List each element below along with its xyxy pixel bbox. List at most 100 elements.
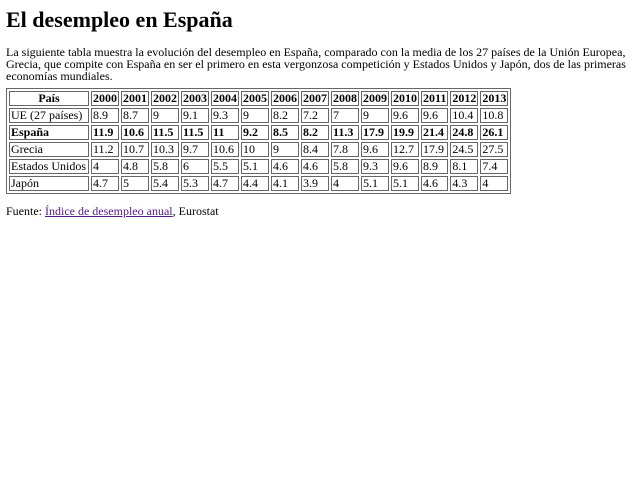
column-header-year: 2006 (271, 91, 299, 106)
value-cell: 5.8 (151, 159, 179, 174)
value-cell: 5.3 (181, 176, 209, 191)
value-cell: 5.8 (331, 159, 359, 174)
value-cell: 10.6 (211, 142, 239, 157)
value-cell: 8.1 (450, 159, 479, 174)
value-cell: 9 (271, 142, 299, 157)
value-cell: 8.7 (121, 108, 149, 123)
source-link[interactable]: Índice de desempleo anual (45, 204, 173, 218)
value-cell: 8.2 (301, 125, 329, 140)
table-row: UE (27 países) 8.9 8.7 9 9.1 9.3 9 8.2 7.2 7 9 9.6 9… (9, 108, 509, 123)
table-row: Japón 4.7 5 5.4 5.3 4.7 4.4 4.1 3.9 4 5.1 5.1 4.6 4.3… (9, 176, 509, 191)
value-cell: 4.6 (271, 159, 299, 174)
value-cell: 11.5 (151, 125, 179, 140)
table-header-row: País 2000 2001 2002 2003 2004 2005 2006 2007 2008… (9, 91, 509, 106)
value-cell: 10.3 (151, 142, 179, 157)
value-cell: 9.6 (391, 108, 419, 123)
column-header-year: 2011 (421, 91, 449, 106)
value-cell: 9.3 (361, 159, 389, 174)
value-cell: 9.1 (181, 108, 209, 123)
column-header-year: 2007 (301, 91, 329, 106)
value-cell: 8.9 (91, 108, 119, 123)
value-cell: 27.5 (480, 142, 509, 157)
country-cell: España (9, 125, 89, 140)
value-cell: 9.6 (391, 159, 419, 174)
value-cell: 4 (91, 159, 119, 174)
value-cell: 7.8 (331, 142, 359, 157)
column-header-year: 2002 (151, 91, 179, 106)
country-cell: Estados Unidos (9, 159, 89, 174)
value-cell: 11.9 (91, 125, 119, 140)
country-cell: Japón (9, 176, 89, 191)
value-cell: 9 (151, 108, 179, 123)
value-cell: 5 (121, 176, 149, 191)
value-cell: 9 (241, 108, 269, 123)
column-header-year: 2001 (121, 91, 149, 106)
value-cell: 4.8 (121, 159, 149, 174)
column-header-year: 2005 (241, 91, 269, 106)
column-header-year: 2013 (480, 91, 509, 106)
column-header-year: 2008 (331, 91, 359, 106)
column-header-year: 2010 (391, 91, 419, 106)
value-cell: 4.1 (271, 176, 299, 191)
intro-paragraph: La siguiente tabla muestra la evolución … (6, 45, 626, 83)
value-cell: 19.9 (391, 125, 419, 140)
source-prefix: Fuente: (6, 204, 45, 218)
value-cell: 8.2 (271, 108, 299, 123)
value-cell: 9.3 (211, 108, 239, 123)
value-cell: 5.1 (241, 159, 269, 174)
value-cell: 24.8 (450, 125, 479, 140)
source-suffix: , Eurostat (172, 204, 219, 218)
value-cell: 26.1 (480, 125, 509, 140)
country-cell: UE (27 países) (9, 108, 89, 123)
value-cell: 10.8 (480, 108, 509, 123)
value-cell: 9 (361, 108, 389, 123)
value-cell: 4.3 (450, 176, 479, 191)
value-cell: 11.3 (331, 125, 359, 140)
page-title: El desempleo en España (6, 7, 233, 32)
value-cell: 7.4 (480, 159, 509, 174)
source-line: Fuente: Índice de desempleo anual, Euros… (6, 204, 634, 218)
value-cell: 5.1 (361, 176, 389, 191)
value-cell: 10.4 (450, 108, 479, 123)
value-cell: 4.6 (421, 176, 449, 191)
value-cell: 21.4 (421, 125, 449, 140)
value-cell: 8.9 (421, 159, 449, 174)
table-row: Estados Unidos 4 4.8 5.8 6 5.5 5.1 4.6 4.6 5.8 9.3… (9, 159, 509, 174)
value-cell: 24.5 (450, 142, 479, 157)
page: El desempleo en España La siguiente tabl… (0, 0, 640, 218)
value-cell: 5.5 (211, 159, 239, 174)
value-cell: 9.2 (241, 125, 269, 140)
value-cell: 3.9 (301, 176, 329, 191)
value-cell: 12.7 (391, 142, 419, 157)
value-cell: 9.6 (361, 142, 389, 157)
table-row: España 11.9 10.6 11.5 11.5 11 9.2 8.5 8.2 11.3 17.… (9, 125, 509, 140)
value-cell: 5.1 (391, 176, 419, 191)
value-cell: 10 (241, 142, 269, 157)
value-cell: 7 (331, 108, 359, 123)
column-header-year: 2000 (91, 91, 119, 106)
value-cell: 5.4 (151, 176, 179, 191)
value-cell: 4 (480, 176, 509, 191)
value-cell: 10.7 (121, 142, 149, 157)
country-cell: Grecia (9, 142, 89, 157)
table-row: Grecia 11.2 10.7 10.3 9.7 10.6 10 9 8.4 7.8 9.6 12.… (9, 142, 509, 157)
value-cell: 4.7 (211, 176, 239, 191)
column-header-year: 2003 (181, 91, 209, 106)
value-cell: 4.4 (241, 176, 269, 191)
column-header-country: País (9, 91, 89, 106)
value-cell: 4.7 (91, 176, 119, 191)
value-cell: 4 (331, 176, 359, 191)
value-cell: 6 (181, 159, 209, 174)
value-cell: 7.2 (301, 108, 329, 123)
column-header-year: 2009 (361, 91, 389, 106)
value-cell: 10.6 (121, 125, 149, 140)
value-cell: 8.5 (271, 125, 299, 140)
value-cell: 11.5 (181, 125, 209, 140)
column-header-year: 2012 (450, 91, 479, 106)
column-header-year: 2004 (211, 91, 239, 106)
value-cell: 11.2 (91, 142, 119, 157)
value-cell: 9.7 (181, 142, 209, 157)
value-cell: 11 (211, 125, 239, 140)
table-body: UE (27 países) 8.9 8.7 9 9.1 9.3 9 8.2 7.2 7 9 9.6 9… (9, 108, 509, 191)
value-cell: 17.9 (361, 125, 389, 140)
